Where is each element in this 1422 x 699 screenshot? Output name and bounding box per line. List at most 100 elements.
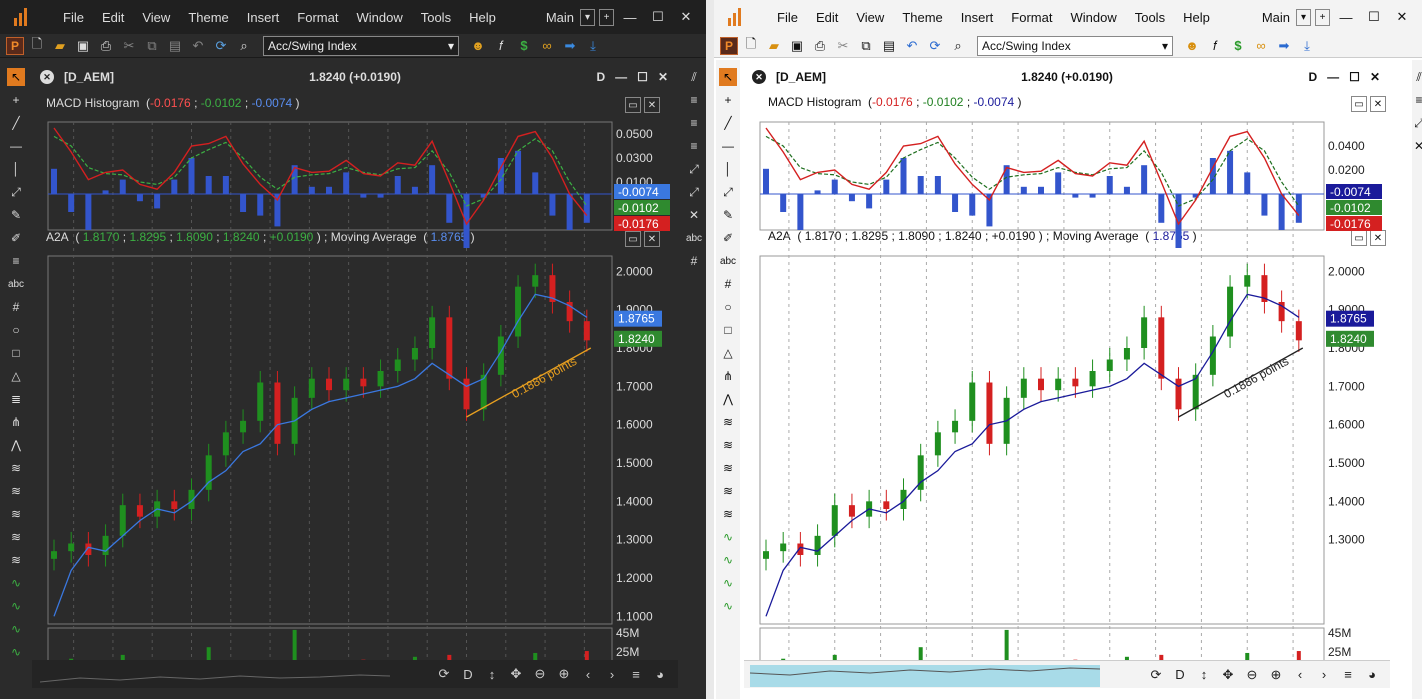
- text-icon[interactable]: abc: [7, 275, 25, 293]
- scroll-right-icon[interactable]: ›: [602, 667, 622, 682]
- binoculars-icon[interactable]: ∞: [537, 37, 557, 55]
- menu-edit[interactable]: Edit: [807, 10, 847, 25]
- resize-vertical-icon[interactable]: ↕: [1194, 667, 1214, 682]
- new-file-icon[interactable]: 🗋: [27, 36, 47, 55]
- menu-insert[interactable]: Insert: [238, 10, 289, 25]
- chart-canvas[interactable]: febmaraprmaggiulugagosetottnovdicgenQ1 2…: [744, 114, 1390, 684]
- resize-vertical-icon[interactable]: ↕: [482, 667, 502, 682]
- text-icon[interactable]: abc: [719, 252, 737, 270]
- menu-window[interactable]: Window: [347, 10, 411, 25]
- elliott-2-icon[interactable]: ∿: [7, 597, 25, 615]
- refresh-chart-icon[interactable]: ⟳: [434, 666, 454, 682]
- channel-icon[interactable]: ≡: [7, 252, 25, 270]
- menu-edit[interactable]: Edit: [93, 10, 133, 25]
- template-r-icon[interactable]: ≡: [685, 114, 703, 132]
- copy-icon[interactable]: ⧉: [856, 37, 876, 55]
- dollar-icon[interactable]: $: [514, 37, 534, 55]
- menu-help[interactable]: Help: [1174, 10, 1219, 25]
- gann-fan-icon[interactable]: ⤢: [685, 183, 703, 201]
- crosshair-icon[interactable]: +: [719, 91, 737, 109]
- copy-icon[interactable]: ⧉: [142, 37, 162, 55]
- vline-icon[interactable]: │: [7, 160, 25, 178]
- scroll-left-icon[interactable]: ‹: [1290, 667, 1310, 682]
- vline-icon[interactable]: │: [719, 160, 737, 178]
- triangle-icon[interactable]: △: [719, 344, 737, 362]
- wave-icon[interactable]: ≋: [7, 459, 25, 477]
- zoom-icon[interactable]: ⌕: [948, 37, 968, 55]
- elliott-1-icon[interactable]: ∿: [719, 528, 737, 546]
- palette-icon[interactable]: ◕: [1362, 667, 1382, 682]
- scroll-right-icon[interactable]: ›: [1314, 667, 1334, 682]
- add-workspace-icon[interactable]: +: [599, 8, 614, 26]
- gann-icon[interactable]: ⤢: [685, 160, 703, 178]
- menu-tools[interactable]: Tools: [1126, 10, 1174, 25]
- zoom-in-icon[interactable]: ⊕: [1266, 667, 1286, 683]
- navigator-thumbnail[interactable]: [750, 663, 1100, 687]
- pointer-icon[interactable]: ↖: [719, 68, 737, 86]
- scroll-left-icon[interactable]: ‹: [578, 667, 598, 682]
- formula-icon[interactable]: 𝑓: [491, 37, 511, 55]
- period-button[interactable]: D: [597, 70, 606, 84]
- wave-icon[interactable]: ≋: [719, 413, 737, 431]
- wave-wxyxz-icon[interactable]: ≋: [7, 551, 25, 569]
- wave-abc-icon[interactable]: ≋: [7, 482, 25, 500]
- symbol-close-icon[interactable]: ✕: [752, 70, 766, 84]
- elliott-4-icon[interactable]: ∿: [719, 597, 737, 615]
- chart-canvas[interactable]: dicgenfebmaraprmaggiulugagosetottnovdicg…: [32, 114, 678, 684]
- chart-close-icon[interactable]: ✕: [1370, 70, 1380, 84]
- move-icon[interactable]: ✥: [1218, 667, 1238, 683]
- paste-icon[interactable]: ▤: [879, 37, 899, 55]
- open-folder-icon[interactable]: ▰: [764, 37, 784, 55]
- menu-format[interactable]: Format: [288, 10, 347, 25]
- indicator-combo[interactable]: Acc/Swing Index ▾: [977, 35, 1173, 56]
- platform-logo-icon[interactable]: P: [720, 36, 738, 55]
- period-button[interactable]: D: [1309, 70, 1318, 84]
- wave-wxyxz-icon[interactable]: ≋: [719, 505, 737, 523]
- cut-icon[interactable]: ✂: [833, 37, 853, 55]
- save-icon[interactable]: ▣: [73, 37, 93, 55]
- elliott-3-icon[interactable]: ∿: [719, 574, 737, 592]
- download-icon[interactable]: ⤓: [1297, 37, 1317, 55]
- workspace-dropdown-icon[interactable]: ▾: [1296, 8, 1311, 26]
- menu-view[interactable]: View: [133, 10, 179, 25]
- menu-insert[interactable]: Insert: [952, 10, 1003, 25]
- menu-format[interactable]: Format: [1002, 10, 1061, 25]
- print-icon[interactable]: ⎙: [96, 37, 116, 55]
- refresh-icon[interactable]: ⟳: [925, 37, 945, 55]
- pattern-icon[interactable]: ⋀: [7, 436, 25, 454]
- menu-window[interactable]: Window: [1061, 10, 1125, 25]
- pointer-icon[interactable]: ↖: [7, 68, 25, 86]
- pitchfork-icon[interactable]: ⋔: [719, 367, 737, 385]
- pencil-icon[interactable]: ✎: [719, 206, 737, 224]
- elliott-1-icon[interactable]: ∿: [7, 574, 25, 592]
- crosshair-icon[interactable]: +: [7, 91, 25, 109]
- pattern-x-icon[interactable]: ✕: [685, 206, 703, 224]
- macd-close-icon[interactable]: ✕: [1370, 96, 1386, 112]
- wave-wxy-icon[interactable]: ≋: [7, 528, 25, 546]
- print-icon[interactable]: ⎙: [810, 37, 830, 55]
- workspace-label[interactable]: Main: [546, 10, 574, 25]
- close-icon[interactable]: ✕: [1390, 9, 1414, 25]
- minimize-icon[interactable]: —: [618, 10, 642, 25]
- close-icon[interactable]: ✕: [674, 9, 698, 25]
- palette-icon[interactable]: ◕: [650, 667, 670, 682]
- menu-file[interactable]: File: [54, 10, 93, 25]
- undo-icon[interactable]: ↶: [188, 37, 208, 55]
- wave-wxy-icon[interactable]: ≋: [719, 482, 737, 500]
- elliott-4-icon[interactable]: ∿: [7, 643, 25, 661]
- symbol-close-icon[interactable]: ✕: [40, 70, 54, 84]
- template-z-icon[interactable]: ≡: [685, 137, 703, 155]
- list-icon[interactable]: ≡: [626, 667, 646, 682]
- period-dropdown[interactable]: D: [1170, 667, 1190, 682]
- wave-abcde-icon[interactable]: ≋: [719, 459, 737, 477]
- ray-icon[interactable]: ⤢: [719, 183, 737, 201]
- template-icon[interactable]: ≡: [1410, 91, 1422, 109]
- rectangle-icon[interactable]: □: [719, 321, 737, 339]
- chart-maximize-icon[interactable]: ☐: [1349, 70, 1360, 84]
- draw-tool-icon[interactable]: ⫽: [1410, 68, 1422, 86]
- move-icon[interactable]: ✥: [506, 666, 526, 682]
- macd-close-icon[interactable]: ✕: [644, 97, 660, 113]
- wave-abc-icon[interactable]: ≋: [719, 436, 737, 454]
- circle-icon[interactable]: ○: [719, 298, 737, 316]
- hline-icon[interactable]: —: [7, 137, 25, 155]
